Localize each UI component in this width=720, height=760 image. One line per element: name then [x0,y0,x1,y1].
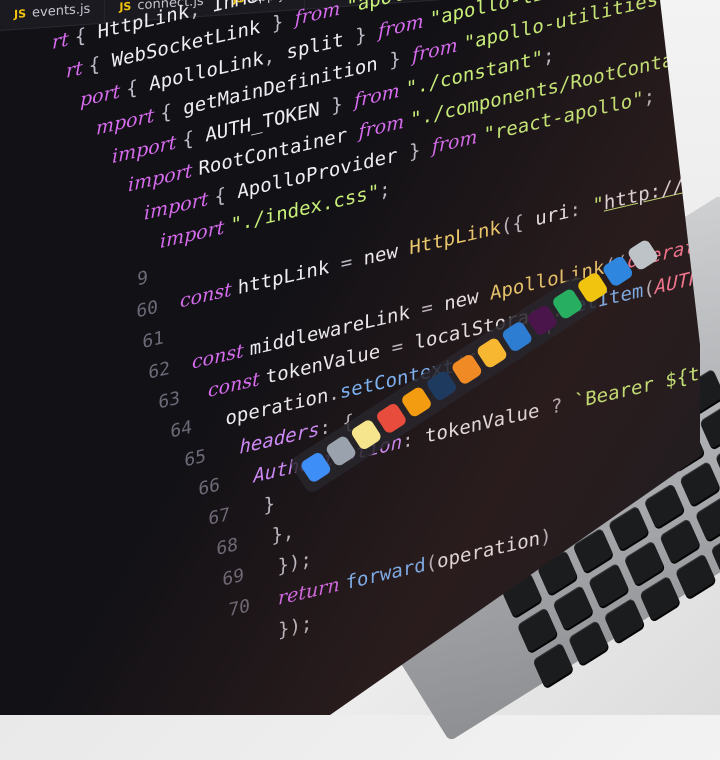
line-number [50,168,90,177]
code-token: }); [278,611,313,642]
code-token: " [592,192,604,218]
code-token: new [444,282,490,316]
code-token: = [421,293,445,321]
keyboard-key [603,597,645,644]
slack-icon[interactable] [525,303,559,337]
code-token: } [355,20,379,49]
code-token: from [431,124,484,159]
keyboard-key [659,518,701,564]
code-token: ( [425,551,438,576]
line-number [18,112,58,121]
line-number [0,54,30,63]
code-token: operation [437,527,541,574]
code-token: } [252,492,275,520]
notes-icon[interactable] [349,418,383,452]
code-token: ; [379,177,391,203]
line-number [216,642,256,651]
line-number [34,140,74,149]
tab-label: events.js [32,1,91,21]
photoshop-icon[interactable] [425,369,459,403]
keyboard-key [552,584,594,631]
code-token: httpLink [237,253,341,300]
code-token: : [569,195,593,223]
code-token: . [328,381,340,407]
code-token: }, [260,520,295,550]
code-token: const [180,277,238,313]
finder-icon[interactable] [299,450,333,484]
code-token: port [80,78,127,112]
line-number [82,225,122,234]
code-token: = [340,248,364,276]
code-token: } [389,44,413,73]
line-number [66,197,106,206]
keyboard-key [639,575,681,622]
code-token: , [263,41,287,70]
sketch-icon[interactable] [475,336,509,370]
whatsapp-icon[interactable] [550,287,585,321]
code-token: ? [550,391,574,419]
code-token: ) [540,524,552,550]
code-token: } [331,90,355,118]
code-token: rt [66,55,89,83]
chrome-icon[interactable] [374,401,408,435]
line-number [98,253,138,262]
code-token: } [271,7,295,36]
code-token: ; [643,84,656,110]
keyboard-key [694,495,720,542]
code-token: { [126,73,150,101]
code-token: } [408,136,432,164]
code-token: ; [542,43,555,69]
firefox-icon[interactable] [399,385,434,419]
line-number [4,83,44,92]
keyboard-key [568,619,610,666]
code-token: uri [535,200,570,231]
code-token: new [363,237,410,271]
code-token: }); [266,548,312,581]
keyboard-key [588,562,630,609]
code-token: rt [52,26,75,54]
js-file-icon: JS [14,6,27,21]
code-token: `Bearer ${tokenValue}` [573,333,700,414]
code-token: { [160,97,184,125]
launchpad-icon[interactable] [324,434,358,468]
code-token: , [189,0,213,23]
code-token: { [182,124,206,152]
code-token: { [214,181,238,209]
code-token: { [88,50,112,78]
code-token: ( [643,276,655,302]
code-token: HttpLink [409,216,501,260]
vscode-icon[interactable] [500,320,534,354]
code-token: ({ [500,208,536,239]
code-token: = [391,332,415,360]
keyboard-key [679,460,720,507]
keyboard-key [674,553,717,599]
keyboard-key [623,540,665,587]
keyboard-key [699,403,720,450]
code-token: { [74,21,98,49]
illustrator-icon[interactable] [450,352,484,386]
code-token: forward [345,553,426,595]
